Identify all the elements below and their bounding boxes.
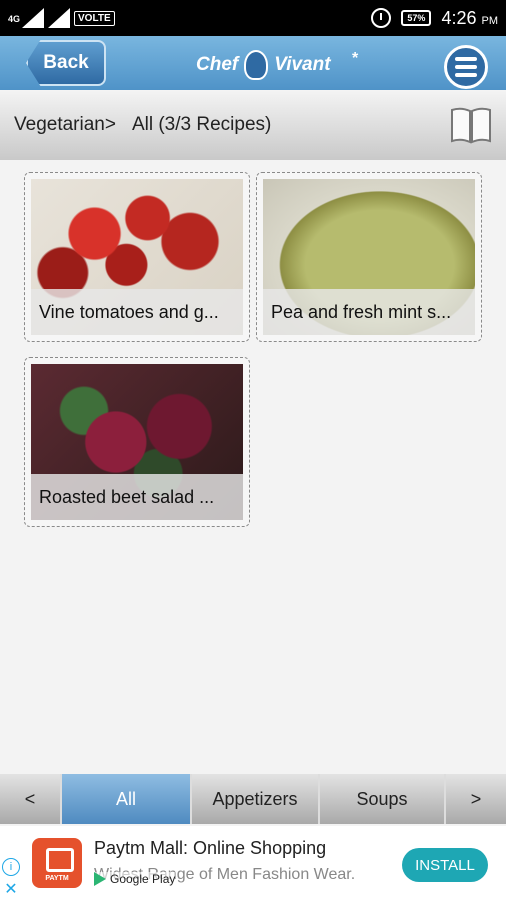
menu-button[interactable] <box>444 45 488 89</box>
app-header: Back Chef Vivant * <box>0 36 506 90</box>
recipe-card[interactable]: Roasted beet salad ... <box>24 357 250 527</box>
recipe-title: Pea and fresh mint s... <box>263 289 475 335</box>
book-icon[interactable] <box>450 106 492 144</box>
recipe-title: Vine tomatoes and g... <box>31 289 243 335</box>
volte-badge: VOLTE <box>74 10 115 26</box>
signal-icon <box>22 8 45 28</box>
google-play-icon <box>94 872 106 886</box>
tab-next[interactable]: > <box>446 774 506 824</box>
tab-appetizers[interactable]: Appetizers <box>192 774 318 824</box>
battery-icon: 57% <box>401 10 432 26</box>
alarm-icon <box>371 8 392 28</box>
ad-info-icon[interactable]: i <box>2 858 20 876</box>
category-tabs: < All Appetizers Soups > <box>0 774 506 824</box>
breadcrumb-filter: All (3/3 Recipes) <box>131 114 272 135</box>
chef-hat-icon <box>244 50 269 80</box>
install-button[interactable]: INSTALL <box>402 848 488 882</box>
logo-star: * <box>352 50 359 67</box>
menu-icon-line <box>455 57 477 61</box>
clock: 4:26 PM <box>441 8 498 29</box>
clock-time: 4:26 <box>441 7 477 28</box>
tab-soups[interactable]: Soups <box>320 774 444 824</box>
ad-banner[interactable]: i ✕ PAYTM Paytm Mall: Online Shopping Wi… <box>0 826 506 900</box>
menu-icon-line <box>455 73 477 77</box>
logo-text-right: Vivant <box>274 54 331 75</box>
breadcrumb-category[interactable]: Vegetarian> <box>14 114 116 136</box>
menu-icon-line <box>455 65 477 69</box>
google-play-badge: Google Play <box>94 872 176 886</box>
recipe-title: Roasted beet salad ... <box>31 474 243 520</box>
logo-text-left: Chef <box>196 54 239 75</box>
google-play-label: Google Play <box>110 872 176 886</box>
ad-close-icon[interactable]: ✕ <box>2 880 20 898</box>
clock-ampm: PM <box>481 14 499 27</box>
paytm-logo: PAYTM <box>32 838 82 888</box>
network-type: 4G <box>8 14 21 24</box>
signal-icon-2 <box>48 8 71 28</box>
back-button[interactable]: Back <box>26 40 106 86</box>
tab-prev[interactable]: < <box>0 774 60 824</box>
breadcrumb: Vegetarian> All (3/3 Recipes) <box>0 90 506 160</box>
status-bar: 4G VOLTE 57% 4:26 PM <box>0 0 506 36</box>
recipe-card[interactable]: Pea and fresh mint s... <box>256 172 482 342</box>
app-logo: Chef Vivant <box>196 50 331 80</box>
tab-all[interactable]: All <box>62 774 190 824</box>
ad-title: Paytm Mall: Online Shopping <box>94 838 327 858</box>
recipe-card[interactable]: Vine tomatoes and g... <box>24 172 250 342</box>
